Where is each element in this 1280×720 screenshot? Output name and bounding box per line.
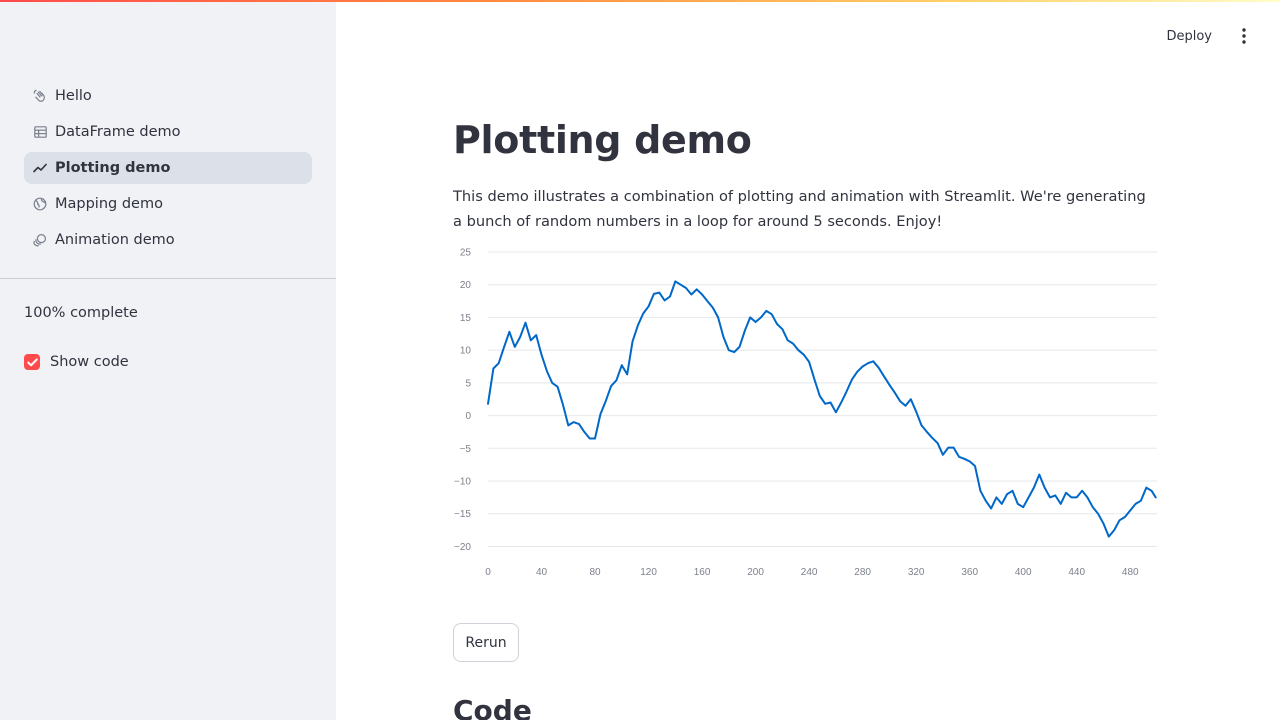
y-tick-label: 10 (460, 346, 472, 357)
x-tick-label: 480 (1122, 567, 1139, 578)
sidebar-item-label: DataFrame demo (55, 124, 181, 140)
line-chart: 25 20 15 10 5 0 −5 −10 −15 −20 0 40 80 120 160 200 240 28… (454, 248, 1157, 578)
deploy-button[interactable]: Deploy (1156, 25, 1222, 48)
series-line (487, 280, 1157, 538)
show-code-checkbox[interactable] (24, 354, 40, 370)
y-tick-label: −5 (460, 444, 472, 455)
x-tick-label: 360 (961, 567, 978, 578)
code-heading: Code (453, 694, 532, 720)
checkmark-icon (26, 358, 38, 366)
sidebar-item-hello[interactable]: Hello (24, 80, 312, 112)
page-description: This demo illustrates a combination of p… (453, 188, 1146, 230)
y-tick-label: 15 (460, 313, 472, 324)
waving-hand-icon (32, 88, 48, 104)
x-tick-label: 200 (747, 567, 764, 578)
y-tick-label: 5 (465, 378, 471, 389)
x-tick-label: 40 (536, 567, 548, 578)
globe-icon (32, 196, 48, 212)
rerun-button[interactable]: Rerun (453, 623, 519, 662)
x-tick-label: 120 (640, 567, 657, 578)
x-tick-label: 240 (801, 567, 818, 578)
y-tick-label: −15 (454, 509, 471, 520)
x-tick-label: 80 (589, 567, 601, 578)
y-tick-label: 0 (465, 411, 471, 422)
x-tick-label: 280 (854, 567, 871, 578)
header-toolbar: Deploy (1156, 24, 1254, 48)
sidebar-item-plotting-demo[interactable]: Plotting demo (24, 152, 312, 184)
sidebar-item-animation-demo[interactable]: Animation demo (24, 224, 312, 256)
y-tick-label: −10 (454, 477, 471, 488)
x-tick-label: 160 (694, 567, 711, 578)
sidebar-divider (0, 278, 336, 279)
more-vertical-icon (1242, 28, 1246, 44)
x-tick-label: 440 (1068, 567, 1085, 578)
top-decoration-bar (0, 0, 1280, 2)
sidebar-item-label: Animation demo (55, 232, 175, 248)
progress-status-text: 100% complete (24, 305, 138, 321)
sidebar-item-dataframe-demo[interactable]: DataFrame demo (24, 116, 312, 148)
main-menu-button[interactable] (1234, 24, 1254, 48)
sidebar: Hello DataFrame demo Plotting demo Mappi… (0, 0, 336, 720)
y-tick-label: 20 (460, 280, 472, 291)
animation-icon (32, 232, 48, 248)
sidebar-item-mapping-demo[interactable]: Mapping demo (24, 188, 312, 220)
table-icon (32, 124, 48, 140)
show-code-checkbox-row[interactable]: Show code (24, 354, 129, 370)
x-tick-label: 400 (1015, 567, 1032, 578)
sidebar-item-label: Plotting demo (55, 160, 171, 176)
x-tick-label: 0 (485, 567, 491, 578)
page-title: Plotting demo (453, 118, 752, 162)
y-tick-label: −20 (454, 542, 471, 553)
sidebar-item-label: Mapping demo (55, 196, 163, 212)
x-tick-label: 320 (908, 567, 925, 578)
show-code-label: Show code (50, 354, 129, 370)
sidebar-item-label: Hello (55, 88, 92, 104)
y-tick-label: 25 (460, 248, 472, 259)
trending-line-icon (32, 160, 48, 176)
sidebar-nav: Hello DataFrame demo Plotting demo Mappi… (24, 80, 312, 260)
